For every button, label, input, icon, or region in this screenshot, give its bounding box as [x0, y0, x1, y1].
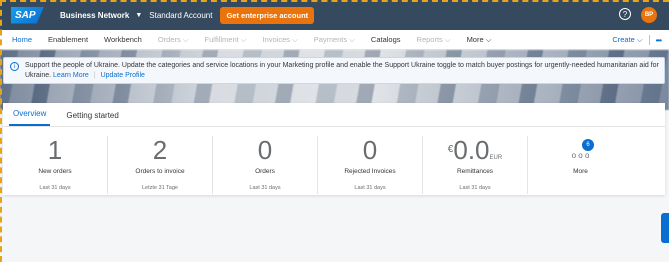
create-button[interactable]: Create ⌵ — [612, 35, 642, 45]
kpi-row: 1 New orders Last 31 days 2 Orders to in… — [3, 136, 665, 194]
kpi-label: Remittances — [456, 168, 494, 175]
kpi-label: Orders — [255, 168, 275, 175]
nav-reports[interactable]: Reports ⌵ — [417, 35, 451, 45]
kpi-remittances[interactable]: €0.0EUR Remittances Last 31 days — [423, 136, 528, 194]
nav-fulfillment[interactable]: Fulfillment ⌵ — [205, 35, 247, 45]
chevron-down-icon[interactable]: ▼ — [135, 12, 142, 19]
kpi-orders[interactable]: 0 Orders Last 31 days — [213, 136, 318, 194]
nav-invoices[interactable]: Invoices ⌵ — [263, 35, 298, 45]
nav-catalogs[interactable]: Catalogs — [371, 35, 401, 44]
tab-bar: Overview Getting started — [3, 103, 665, 127]
nav-home[interactable]: Home — [12, 35, 32, 44]
notification-badge: 6 — [582, 139, 594, 151]
sap-logo[interactable]: SAP — [11, 6, 44, 24]
kpi-value: 0.0 — [453, 135, 490, 165]
kpi-new-orders[interactable]: 1 New orders Last 31 days — [3, 136, 108, 194]
kpi-more[interactable]: o o o 6 More — [528, 136, 633, 194]
kpi-period: Letzte 31 Tage — [142, 185, 178, 191]
nav-workbench[interactable]: Workbench — [104, 35, 142, 44]
kpi-value: 0 — [362, 135, 378, 165]
main-navigation: Home Enablement Workbench Orders ⌵ Fulfi… — [0, 30, 669, 50]
kpi-label: Rejected Invoices — [344, 168, 396, 175]
overview-card: Overview Getting started 1 New orders La… — [3, 103, 665, 195]
kpi-period: Last 31 days — [459, 185, 491, 191]
more-dots-icon: o o o 6 — [528, 136, 633, 164]
nav-more[interactable]: More ⌵ — [467, 35, 492, 45]
kpi-period: Last 31 days — [354, 185, 386, 191]
learn-more-link[interactable]: Learn More — [53, 72, 89, 79]
nav-orders[interactable]: Orders ⌵ — [158, 35, 189, 45]
link-separator: | — [93, 72, 96, 79]
nav-payments[interactable]: Payments ⌵ — [314, 35, 355, 45]
kpi-label: New orders — [38, 168, 72, 175]
avatar[interactable]: BP — [641, 7, 657, 23]
kpi-rejected-invoices[interactable]: 0 Rejected Invoices Last 31 days — [318, 136, 423, 194]
shell-bar: SAP Business Network ▼ Standard Account … — [0, 0, 669, 30]
nav-enablement[interactable]: Enablement — [48, 35, 88, 44]
info-icon: i — [10, 62, 19, 71]
help-icon[interactable]: ? — [619, 8, 631, 20]
ukraine-message-strip: i Support the people of Ukraine. Update … — [3, 57, 665, 84]
tab-getting-started[interactable]: Getting started — [62, 111, 122, 126]
kpi-value: 1 — [47, 135, 63, 165]
currency-unit: EUR — [489, 155, 503, 161]
message-body: Support the people of Ukraine. Update th… — [25, 61, 664, 81]
brand-title[interactable]: Business Network — [60, 11, 129, 20]
update-profile-link[interactable]: Update Profile — [101, 72, 145, 79]
tab-overview[interactable]: Overview — [9, 109, 51, 126]
account-type: Standard Account — [149, 10, 213, 20]
kpi-value-group: €0.0EUR — [423, 136, 527, 164]
kpi-value: 0 — [257, 135, 273, 165]
kpi-value: 2 — [152, 135, 168, 165]
kpi-label: More — [573, 168, 588, 175]
kpi-label: Orders to invoice — [135, 168, 185, 175]
kpi-period: Last 31 days — [249, 185, 281, 191]
overflow-menu-icon[interactable]: ••• — [656, 36, 662, 45]
kpi-period: Last 31 days — [39, 185, 71, 191]
divider — [648, 35, 650, 45]
get-enterprise-button[interactable]: Get enterprise account — [220, 6, 315, 24]
kpi-orders-to-invoice[interactable]: 2 Orders to invoice Letzte 31 Tage — [108, 136, 213, 194]
side-panel-tab[interactable] — [661, 213, 669, 243]
dots-glyph: o o o — [571, 151, 590, 160]
